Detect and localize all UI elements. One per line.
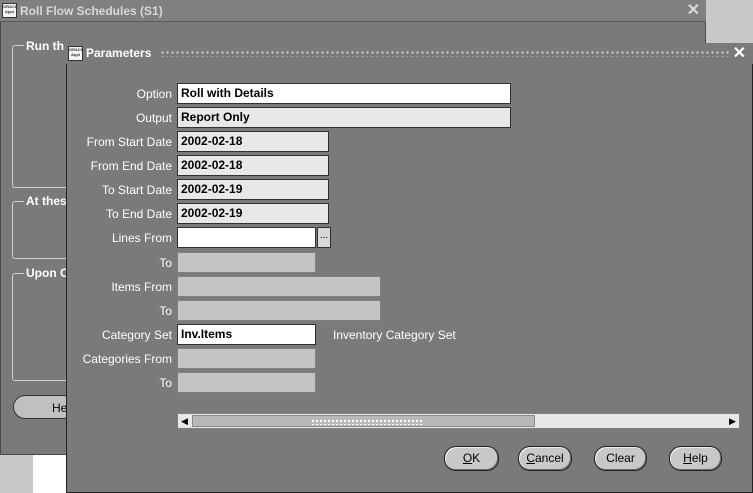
cancel-mnemonic: C (526, 451, 535, 465)
dialog-title: Parameters (86, 43, 156, 64)
list-of-values-button[interactable]: ... (317, 227, 331, 248)
scroll-right-icon[interactable]: ▶ (726, 414, 739, 428)
from-end-date-field[interactable]: 2002-02-18 (177, 155, 329, 176)
background-window-titlebar[interactable]: ORACLEAppl Roll Flow Schedules (S1) ✕ (0, 0, 706, 22)
ok-label-rest: K (472, 451, 481, 465)
desktop-area (33, 455, 66, 493)
close-icon[interactable]: ✕ (687, 0, 700, 22)
from-end-date-label: From End Date (90, 159, 172, 173)
ok-button[interactable]: OK (444, 446, 499, 471)
group-run-label: Run th (24, 39, 66, 53)
output-label: Output (135, 111, 172, 125)
oracle-app-icon: ORACLEAppl (2, 3, 17, 18)
option-field[interactable]: Roll with Details (177, 83, 511, 104)
option-label: Option (136, 87, 172, 101)
ok-mnemonic: O (462, 451, 473, 465)
to-end-date-label: To End Date (105, 207, 172, 221)
items-from-field (177, 276, 381, 297)
cancel-button[interactable]: Cancel (518, 446, 572, 471)
close-icon[interactable]: ✕ (733, 43, 746, 64)
to-end-date-field[interactable]: 2002-02-19 (177, 203, 329, 224)
parameters-dialog-titlebar[interactable]: ORACLEAppl Parameters ✕ (66, 43, 753, 64)
categories-to-label: To (159, 376, 172, 390)
lines-to-label: To (159, 256, 172, 270)
help-mnemonic: H (683, 451, 692, 465)
categories-from-field (177, 348, 316, 369)
help-label-rest: elp (691, 451, 708, 465)
desktop-area-right (706, 0, 753, 43)
scroll-left-icon[interactable]: ◀ (178, 414, 191, 428)
categories-to-field (177, 372, 316, 393)
lines-to-field (177, 252, 316, 273)
scrollbar-grip (311, 419, 423, 425)
category-set-field[interactable]: Inv.Items (177, 324, 316, 345)
scrollbar-thumb[interactable] (192, 415, 535, 427)
category-set-label: Category Set (101, 328, 172, 342)
help-button[interactable]: Help (669, 446, 722, 471)
lines-from-field[interactable] (177, 227, 316, 248)
category-set-description: Inventory Category Set (333, 328, 456, 342)
to-start-date-label: To Start Date (101, 183, 172, 197)
oracle-app-icon: ORACLEAppl (68, 46, 83, 61)
horizontal-scrollbar[interactable]: ◀ ▶ (177, 413, 740, 429)
to-start-date-field[interactable]: 2002-02-19 (177, 179, 329, 200)
output-field[interactable]: Report Only (177, 107, 511, 128)
from-start-date-field[interactable]: 2002-02-18 (177, 131, 329, 152)
from-start-date-label: From Start Date (86, 135, 172, 149)
titlebar-grip (160, 50, 731, 57)
items-from-label: Items From (111, 280, 172, 294)
categories-from-label: Categories From (82, 352, 172, 366)
cancel-label-rest: ancel (534, 451, 564, 465)
items-to-label: To (159, 304, 172, 318)
lines-from-label: Lines From (111, 231, 172, 245)
items-to-field (177, 300, 381, 321)
clear-button[interactable]: Clear (594, 446, 647, 471)
background-window-title: Roll Flow Schedules (S1) (20, 4, 163, 18)
